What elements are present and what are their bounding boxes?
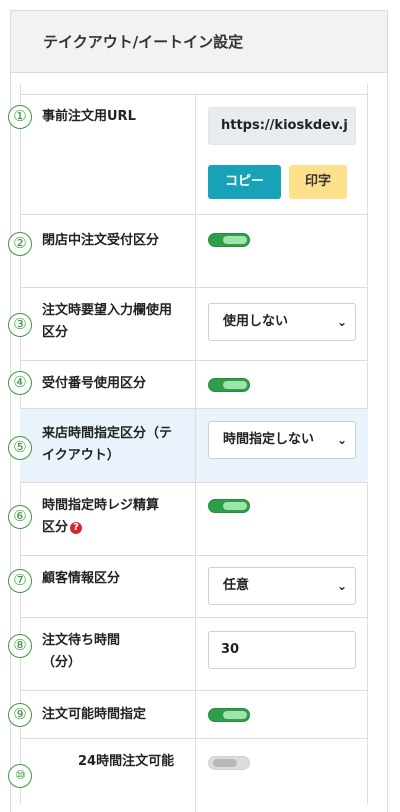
settings-row-visit-time: ⑤ 来店時間指定区分（テイクアウト） 時間指定しない ⌄ <box>8 408 368 482</box>
settings-row-wait-time: ⑧ 注文待ち時間（分） 30 <box>8 617 368 690</box>
label-closed-order: 閉店中注文受付区分 <box>42 233 160 248</box>
step-number-5: ⑤ <box>8 436 32 460</box>
step-number-10: ⑩ <box>8 764 32 788</box>
step-number-6: ⑥ <box>8 505 32 529</box>
label-receipt-number: 受付番号使用区分 <box>42 376 147 391</box>
step-number-3: ③ <box>8 313 32 337</box>
copy-button[interactable]: コピー <box>208 165 281 199</box>
settings-row-receipt-number: ④ 受付番号使用区分 <box>8 360 368 408</box>
request-input-value: 使用しない <box>223 314 289 329</box>
step-number-8: ⑧ <box>8 634 32 658</box>
label-customer-info: 顧客情報区分 <box>42 571 121 586</box>
question-circle-icon[interactable]: ? <box>70 521 83 534</box>
register-payment-toggle[interactable] <box>208 499 250 513</box>
visit-time-value: 時間指定しない <box>223 432 315 447</box>
label-wait-time: 注文待ち時間（分） <box>42 633 121 670</box>
step-number-2: ② <box>8 232 32 256</box>
settings-row-order-hours: ⑨ 注文可能時間指定 <box>8 690 368 738</box>
order-url-field[interactable]: https://kioskdev.j <box>208 107 356 145</box>
label-request-input: 注文時要望入力欄使用区分 <box>42 303 173 340</box>
visit-time-select[interactable]: 時間指定しない ⌄ <box>208 421 356 459</box>
step-number-9: ⑨ <box>8 703 32 727</box>
settings-row-closed-order: ② 閉店中注文受付区分 <box>8 214 368 287</box>
label-order-hours: 注文可能時間指定 <box>42 707 147 722</box>
card-title: テイクアウト/イートイン設定 <box>11 11 387 73</box>
customer-info-select[interactable]: 任意 ⌄ <box>208 567 356 605</box>
customer-info-value: 任意 <box>223 578 250 593</box>
24h-order-toggle[interactable] <box>208 756 250 770</box>
settings-row-order-url: ① 事前注文用URL https://kioskdev.j コピー 印字 <box>8 94 368 214</box>
chevron-down-icon: ⌄ <box>335 568 349 604</box>
label-register-payment: 時間指定時レジ精算区分? <box>42 498 160 535</box>
settings-row-customer-info: ⑦ 顧客情報区分 任意 ⌄ <box>8 555 368 617</box>
step-number-7: ⑦ <box>8 569 32 593</box>
receipt-number-toggle[interactable] <box>208 378 250 392</box>
order-hours-toggle[interactable] <box>208 708 250 722</box>
step-number-4: ④ <box>8 371 32 395</box>
chevron-down-icon: ⌄ <box>335 304 349 340</box>
chevron-down-icon: ⌄ <box>335 422 349 458</box>
print-button[interactable]: 印字 <box>289 165 347 199</box>
settings-row-24h-order: ⑩ 24時間注文可能 <box>8 738 368 812</box>
closed-order-toggle[interactable] <box>208 233 250 247</box>
step-number-1: ① <box>8 105 32 129</box>
request-input-select[interactable]: 使用しない ⌄ <box>208 303 356 341</box>
label-order-url: 事前注文用URL <box>42 109 136 124</box>
settings-row-request-input: ③ 注文時要望入力欄使用区分 使用しない ⌄ <box>8 287 368 360</box>
label-24h-order: 24時間注文可能 <box>78 754 175 769</box>
settings-row-register-payment: ⑥ 時間指定時レジ精算区分? <box>8 482 368 555</box>
wait-time-input[interactable]: 30 <box>208 631 356 669</box>
label-visit-time: 来店時間指定区分（テイクアウト） <box>42 426 173 463</box>
